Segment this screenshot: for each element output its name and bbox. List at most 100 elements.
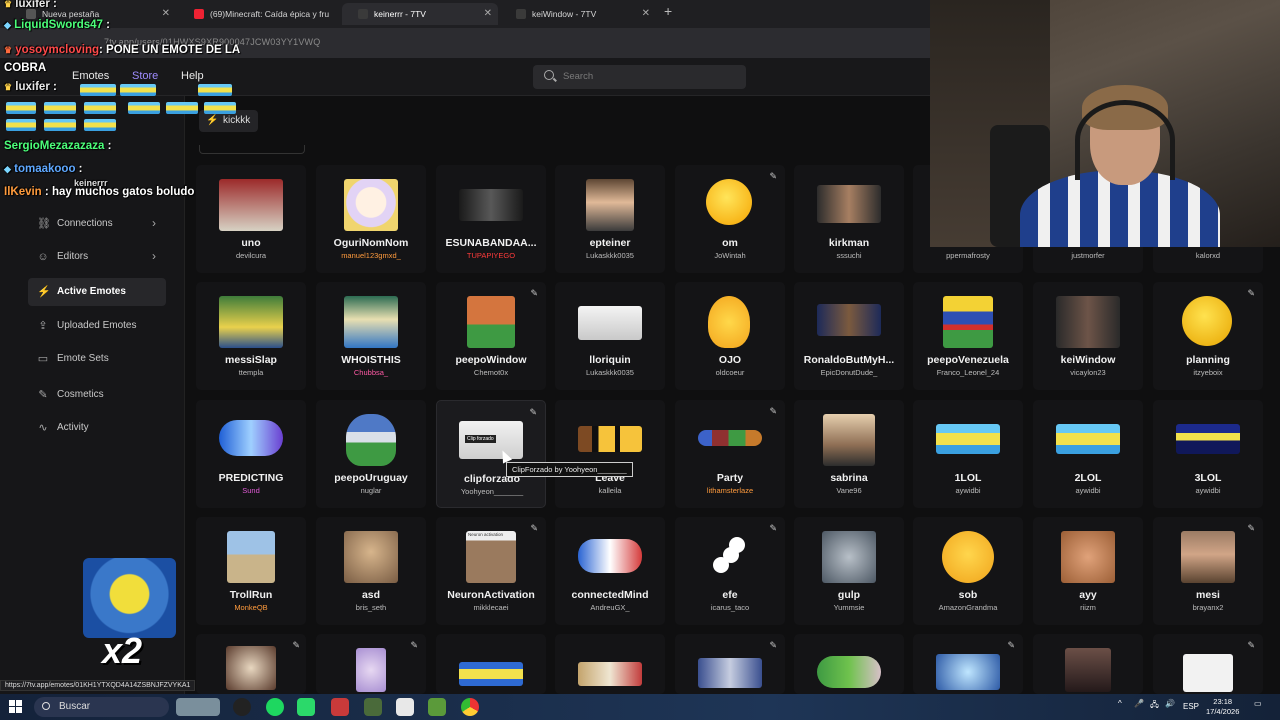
emote-author[interactable]: Vane96 — [794, 486, 904, 495]
emote-author[interactable]: nuglar — [316, 486, 426, 495]
app-icon[interactable] — [364, 698, 382, 716]
sidebar-item-connections[interactable]: ⛓ Connections › — [28, 210, 166, 238]
emote-card[interactable]: ✎ peepoWindow Chemot0x — [436, 282, 546, 390]
emote-author[interactable]: Chemot0x — [436, 368, 546, 377]
spotify-icon[interactable] — [266, 698, 284, 716]
emote-card[interactable] — [436, 634, 546, 694]
emote-author[interactable]: brayanx2 — [1153, 603, 1263, 612]
emote-author[interactable]: Lukaskkk0035 — [555, 251, 665, 260]
sidebar-item-activity[interactable]: ∿ Activity — [28, 414, 166, 442]
emote-card[interactable]: TrollRun MonkeQB — [196, 517, 306, 625]
emote-author[interactable]: ttempla — [196, 368, 306, 377]
chevron-up-icon[interactable]: ^ — [1118, 699, 1122, 708]
emote-card[interactable]: asd bris_seth — [316, 517, 426, 625]
app-icon[interactable] — [396, 698, 414, 716]
emote-card[interactable] — [555, 634, 665, 694]
emote-card[interactable]: RonaldoButMyH... EpicDonutDude_ — [794, 282, 904, 390]
emote-author[interactable]: bris_seth — [316, 603, 426, 612]
edit-icon[interactable]: ✎ — [530, 288, 538, 299]
emote-card[interactable]: ✎ om JoWintah — [675, 165, 785, 273]
sidebar-item-cosmetics[interactable]: ✎ Cosmetics — [28, 381, 166, 409]
app-icon[interactable] — [297, 698, 315, 716]
emote-author[interactable]: Lukaskkk0035 — [555, 368, 665, 377]
taskview-icon[interactable] — [176, 698, 220, 716]
emote-author[interactable]: kalorxd — [1153, 251, 1263, 260]
emote-card[interactable]: ✎ Party lithamsterlaze — [675, 400, 785, 508]
emote-card[interactable]: ayy riizm — [1033, 517, 1143, 625]
sidebar-item-editors[interactable]: ☺ Editors › — [28, 243, 166, 271]
emote-card[interactable] — [1033, 634, 1143, 694]
emote-card[interactable]: ✎ — [675, 634, 785, 694]
network-icon[interactable]: 🖧 — [1150, 699, 1159, 713]
emote-author[interactable]: Franco_Leonel_24 — [913, 368, 1023, 377]
edit-icon[interactable]: ✎ — [769, 406, 777, 417]
mic-icon[interactable]: 🎤 — [1134, 699, 1144, 708]
emote-author[interactable]: aywidbi — [1153, 486, 1263, 495]
emote-author[interactable]: Yummsie — [794, 603, 904, 612]
emote-author[interactable]: kalleila — [555, 486, 665, 495]
edit-icon[interactable]: ✎ — [529, 407, 537, 418]
emote-author[interactable]: Yoohyeon_______ — [437, 487, 547, 496]
emote-card[interactable]: gulp Yummsie — [794, 517, 904, 625]
edit-icon[interactable]: ✎ — [1007, 640, 1015, 651]
emote-card[interactable]: ✎ — [913, 634, 1023, 694]
emote-card[interactable]: 2LOL aywidbi — [1033, 400, 1143, 508]
taskbar-search[interactable]: Buscar — [34, 697, 169, 717]
edit-icon[interactable]: ✎ — [530, 523, 538, 534]
emote-card[interactable]: peepoUruguay nuglar — [316, 400, 426, 508]
language-indicator[interactable]: ESP — [1183, 702, 1199, 711]
sidebar-item-emote-sets[interactable]: ▭ Emote Sets — [28, 345, 166, 373]
emote-card[interactable]: OguriNomNom manuel123gmxd_ — [316, 165, 426, 273]
emote-author[interactable]: devilcura — [196, 251, 306, 260]
notification-icon[interactable]: ▭ — [1254, 699, 1262, 708]
emote-card[interactable]: sabrina Vane96 — [794, 400, 904, 508]
edit-icon[interactable]: ✎ — [1247, 640, 1255, 651]
app-icon[interactable] — [331, 698, 349, 716]
tab-keiwindow[interactable]: keiWindow - 7TV ✕ — [500, 3, 656, 25]
emote-author[interactable]: aywidbi — [913, 486, 1023, 495]
emote-author[interactable]: JoWintah — [675, 251, 785, 260]
emote-author[interactable]: icarus_taco — [675, 603, 785, 612]
emote-card[interactable]: uno devilcura — [196, 165, 306, 273]
emote-author[interactable]: lithamsterlaze — [675, 486, 785, 495]
edit-icon[interactable]: ✎ — [769, 640, 777, 651]
edit-icon[interactable]: ✎ — [1247, 288, 1255, 299]
emote-author[interactable]: justmorfer — [1033, 251, 1143, 260]
windows-start-icon[interactable] — [9, 700, 23, 714]
emote-author[interactable]: MonkeQB — [196, 603, 306, 612]
emote-author[interactable]: mikklecaei — [436, 603, 546, 612]
emote-author[interactable]: TUPAPIYEGO — [436, 251, 546, 260]
emote-card[interactable]: ✎ planning itzyeboix — [1153, 282, 1263, 390]
emote-card[interactable]: epteiner Lukaskkk0035 — [555, 165, 665, 273]
emote-card[interactable]: messiSlap ttempla — [196, 282, 306, 390]
edit-icon[interactable]: ✎ — [1247, 523, 1255, 534]
emote-author[interactable]: riizm — [1033, 603, 1143, 612]
emote-card-hovered[interactable]: ✎ Clip forzado clipforzado Yoohyeon_____… — [436, 400, 546, 508]
emote-author[interactable]: manuel123gmxd_ — [316, 251, 426, 260]
emote-card[interactable]: peepoVenezuela Franco_Leonel_24 — [913, 282, 1023, 390]
emote-card[interactable]: Leave kalleila — [555, 400, 665, 508]
emote-card[interactable]: 3LOL aywidbi — [1153, 400, 1263, 508]
emote-author[interactable]: itzyeboix — [1153, 368, 1263, 377]
search-input[interactable]: Search — [533, 65, 746, 89]
emote-card[interactable]: WHOISTHIS Chubbsa_ — [316, 282, 426, 390]
emote-card[interactable]: sob AmazonGrandma — [913, 517, 1023, 625]
emote-card[interactable]: ESUNABANDAA... TUPAPIYEGO — [436, 165, 546, 273]
emote-author[interactable]: Sund — [196, 486, 306, 495]
emote-card[interactable]: ✎ — [316, 634, 426, 694]
emote-author[interactable]: ppermafrosty — [913, 251, 1023, 260]
emote-author[interactable]: Chubbsa_ — [316, 368, 426, 377]
emote-author[interactable]: sssuchi — [794, 251, 904, 260]
emote-author[interactable]: vicaylon23 — [1033, 368, 1143, 377]
tab-keinerrr[interactable]: keinerrr - 7TV ✕ — [342, 3, 498, 25]
emote-card[interactable]: ✎ mesi brayanx2 — [1153, 517, 1263, 625]
edit-icon[interactable]: ✎ — [769, 523, 777, 534]
sidebar-item-uploaded-emotes[interactable]: ⇪ Uploaded Emotes — [28, 312, 166, 340]
emote-card[interactable]: 1LOL aywidbi — [913, 400, 1023, 508]
emote-card[interactable]: keiWindow vicaylon23 — [1033, 282, 1143, 390]
chrome-icon[interactable] — [461, 698, 479, 716]
new-tab-button[interactable]: + — [664, 3, 672, 19]
emote-card[interactable] — [794, 634, 904, 694]
close-icon[interactable]: ✕ — [484, 3, 492, 25]
tab-youtube[interactable]: (69)Minecraft: Caída épica y fru — [178, 3, 342, 25]
